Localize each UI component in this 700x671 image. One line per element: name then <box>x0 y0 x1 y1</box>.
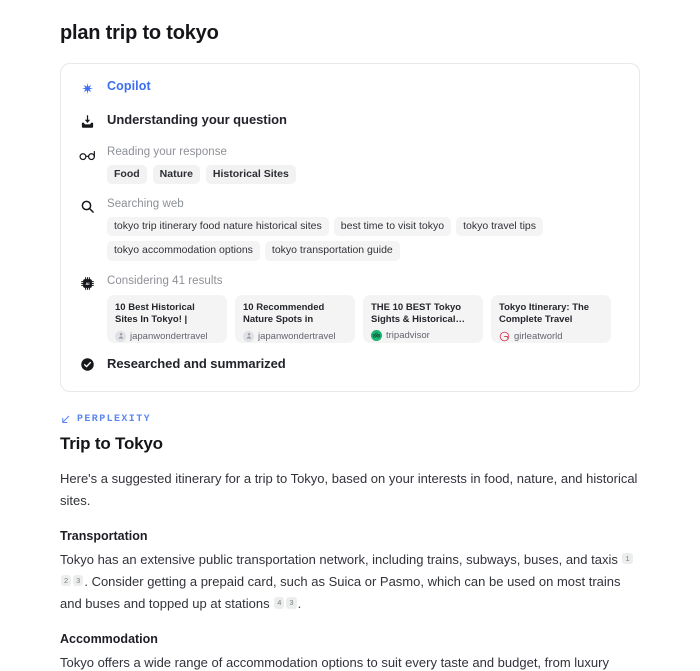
reading-label: Reading your response <box>107 146 227 158</box>
search-icon <box>77 197 97 217</box>
section-body-accommodation: Tokyo offers a wide range of accommodati… <box>60 654 609 670</box>
check-circle-icon <box>77 355 97 375</box>
step-researched[interactable]: Researched and summarized <box>77 355 623 375</box>
considering-label: Considering 41 results <box>107 274 223 287</box>
step-copilot[interactable]: Copilot <box>77 78 623 98</box>
citation-badge[interactable]: 1 <box>622 552 633 564</box>
source-title: 10 Best Historical Sites In Tokyo! | Jap… <box>115 301 195 327</box>
sparkle-icon <box>77 78 97 98</box>
topic-chips: Food Nature Historical Sites <box>107 165 623 184</box>
section-heading-accommodation: Accommodation <box>60 631 158 646</box>
citation-badge[interactable]: 3 <box>73 574 84 587</box>
topic-chip[interactable]: Historical Sites <box>205 165 296 184</box>
source-card-list: 10 Best Historical Sites In Tokyo! | Jap… <box>107 294 623 343</box>
source-domain: tripadvisor <box>386 330 430 342</box>
page-title: plan trip to tokyo <box>60 22 219 44</box>
search-query-pill[interactable]: best time to visit tokyo <box>333 216 452 237</box>
citation-badge[interactable]: 2 <box>61 574 72 587</box>
answer-title: Trip to Tokyo <box>60 433 163 453</box>
brand-name: PERPLEXITY <box>77 413 152 425</box>
japanwondertravel-icon <box>243 330 254 342</box>
step-reading[interactable]: Reading your response Food Nature Histor… <box>77 145 623 184</box>
source-domain: japanwondertravel <box>130 330 208 342</box>
glasses-icon <box>77 145 97 165</box>
source-card[interactable]: 10 Best Historical Sites In Tokyo! | Jap… <box>107 294 227 343</box>
search-query-pill[interactable]: tokyo trip itinerary food nature histori… <box>107 216 329 237</box>
source-title: Tokyo Itinerary: The Complete Travel Gui… <box>499 301 590 327</box>
section-body-transportation: Tokyo has an extensive public transporta… <box>60 549 640 616</box>
copilot-label: Copilot <box>107 79 151 93</box>
citation-badge[interactable]: 3 <box>286 597 297 609</box>
topic-chip[interactable]: Food <box>107 165 147 184</box>
source-domain: japanwondertravel <box>258 330 336 342</box>
section-heading-transportation: Transportation <box>60 528 148 543</box>
japanwondertravel-icon <box>115 330 126 342</box>
answer-brand: PERPLEXITY <box>60 414 640 425</box>
citation-badge[interactable]: 4 <box>274 597 285 609</box>
perplexity-icon <box>60 414 71 425</box>
answer-page: plan trip to tokyo Copilot Understanding… <box>0 0 700 671</box>
step-searching[interactable]: Searching web tokyo trip itinerary food … <box>77 197 623 261</box>
svg-text:AI: AI <box>85 281 89 286</box>
search-query-pill[interactable]: tokyo transportation guide <box>264 241 400 261</box>
researched-label: Researched and summarized <box>107 355 286 371</box>
source-card[interactable]: THE 10 BEST Tokyo Sights & Historical… t… <box>363 294 483 343</box>
source-card[interactable]: Tokyo Itinerary: The Complete Travel Gui… <box>491 294 611 343</box>
girleatworld-icon <box>499 331 510 342</box>
search-query-pill[interactable]: tokyo travel tips <box>456 216 544 237</box>
source-title: 10 Recommended Nature Spots in Tokyo… <box>243 301 325 327</box>
topic-chip[interactable]: Nature <box>152 165 200 184</box>
answer-section: PERPLEXITY Trip to Tokyo Here's a sugges… <box>60 414 640 671</box>
step-understanding[interactable]: Understanding your question <box>77 111 623 131</box>
answer-intro: Here's a suggested itinerary for a trip … <box>60 470 638 509</box>
research-steps-card: Copilot Understanding your question Read… <box>60 63 640 392</box>
understanding-label: Understanding your question <box>107 112 287 127</box>
tripadvisor-icon <box>371 330 382 342</box>
source-title: THE 10 BEST Tokyo Sights & Historical… <box>371 301 465 326</box>
ai-chip-icon: AI <box>77 274 97 294</box>
source-card[interactable]: 10 Recommended Nature Spots in Tokyo… ja… <box>235 294 355 343</box>
step-considering[interactable]: AI Considering 41 results 10 Best Histor… <box>77 274 623 343</box>
source-domain: girleatworld <box>514 330 563 342</box>
searching-label: Searching web <box>107 197 184 210</box>
search-query-list: tokyo trip itinerary food nature histori… <box>107 216 587 261</box>
search-query-pill[interactable]: tokyo accommodation options <box>107 241 260 261</box>
inbox-download-icon <box>77 111 97 131</box>
